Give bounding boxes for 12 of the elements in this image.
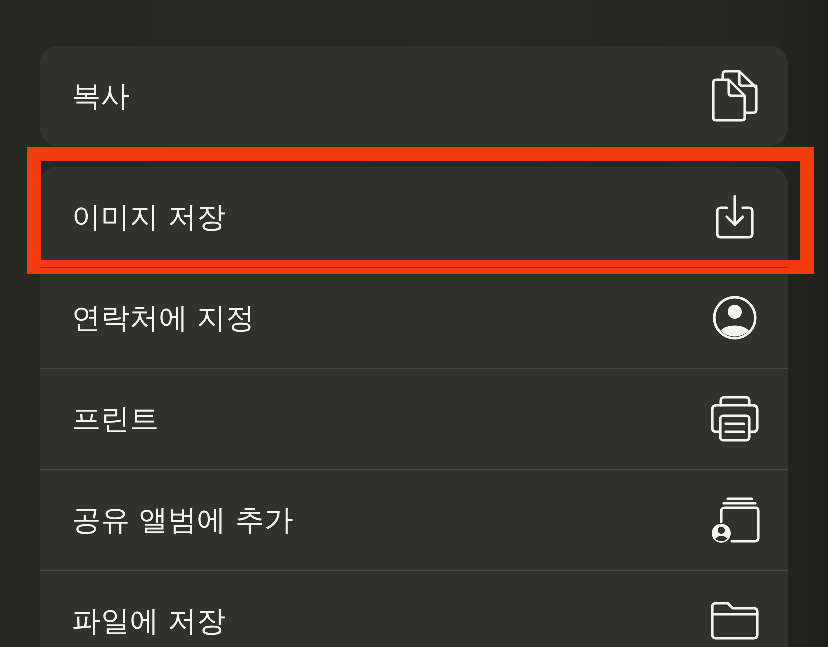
printer-icon: [711, 396, 759, 442]
shared-album-icon: [710, 497, 760, 543]
person-circle-icon: [713, 296, 757, 340]
menu-item[interactable]: 이미지 저장: [40, 167, 788, 267]
menu-item[interactable]: 복사: [40, 46, 788, 146]
menu-item[interactable]: 연락처에 지정: [40, 268, 788, 368]
download-icon: [716, 195, 754, 239]
menu-item[interactable]: 파일에 저장: [40, 571, 788, 647]
menu-item[interactable]: 프린트: [40, 369, 788, 469]
menu-item[interactable]: 공유 앨범에 추가: [40, 470, 788, 570]
folder-icon: [711, 602, 759, 640]
copy-icon: [712, 70, 758, 122]
